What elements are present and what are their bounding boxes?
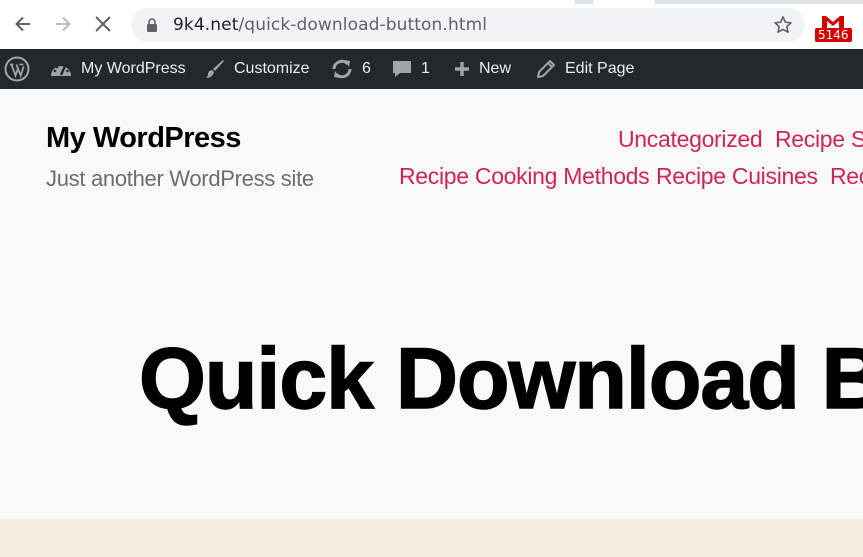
menu-item-recipe-cuisines[interactable]: Recipe Cuisines [656,163,818,190]
site-name-menu[interactable]: My WordPress [49,49,186,89]
forward-button[interactable] [48,9,78,39]
back-button[interactable] [8,9,38,39]
updates-refresh-icon [332,59,352,79]
menu-item-recipe-series[interactable]: Recipe Se [775,126,863,153]
content-area-band [0,519,863,557]
updates-count: 6 [362,60,371,77]
gmail-extension-button[interactable]: 5146 [815,14,852,44]
wp-logo-menu[interactable] [4,49,30,89]
bookmark-star-icon[interactable] [773,15,793,35]
page-title: Quick Download B [138,330,863,428]
url-text[interactable]: 9k4.net/quick-download-button.html [173,15,487,35]
pencil-icon [537,60,555,78]
browser-toolbar: 9k4.net/quick-download-button.html 5146 [0,0,863,49]
customize-label: Customize [234,60,310,77]
site-name-label: My WordPress [81,60,186,77]
new-content-menu[interactable]: New [453,49,511,89]
address-bar[interactable]: 9k4.net/quick-download-button.html [131,8,805,42]
menu-item-recipe-truncated[interactable]: Rec [830,163,863,190]
menu-item-uncategorized[interactable]: Uncategorized [618,126,763,153]
dashboard-gauge-icon [51,63,71,76]
lock-icon[interactable] [145,17,159,33]
customize-link[interactable]: Customize [204,49,310,89]
wp-admin-bar: My WordPress Customize 6 1 New Edit Page [0,49,863,89]
site-title[interactable]: My WordPress [46,122,241,155]
menu-item-recipe-cooking-methods[interactable]: Recipe Cooking Methods [399,163,650,190]
comment-bubble-icon [393,61,411,77]
edit-page-label: Edit Page [565,60,635,77]
plus-icon [455,62,469,76]
stop-loading-icon [95,16,111,32]
back-arrow-icon [15,16,30,32]
url-path: /quick-download-button.html [238,15,488,35]
wordpress-logo-icon [4,56,30,82]
extension-badge: 5146 [815,28,852,42]
gmail-extension-icon [822,16,844,28]
comments-count: 1 [421,60,430,77]
url-host: 9k4.net [173,15,239,35]
forward-arrow-icon [56,16,71,32]
tab-edge [575,0,593,4]
updates-link[interactable]: 6 [330,49,371,89]
stop-button[interactable] [88,9,118,39]
edit-page-link[interactable]: Edit Page [535,49,634,89]
paintbrush-icon [206,60,224,78]
comments-link[interactable]: 1 [391,49,430,89]
site-description: Just another WordPress site [46,166,314,191]
new-label: New [479,60,512,77]
tab-edge [655,0,863,4]
